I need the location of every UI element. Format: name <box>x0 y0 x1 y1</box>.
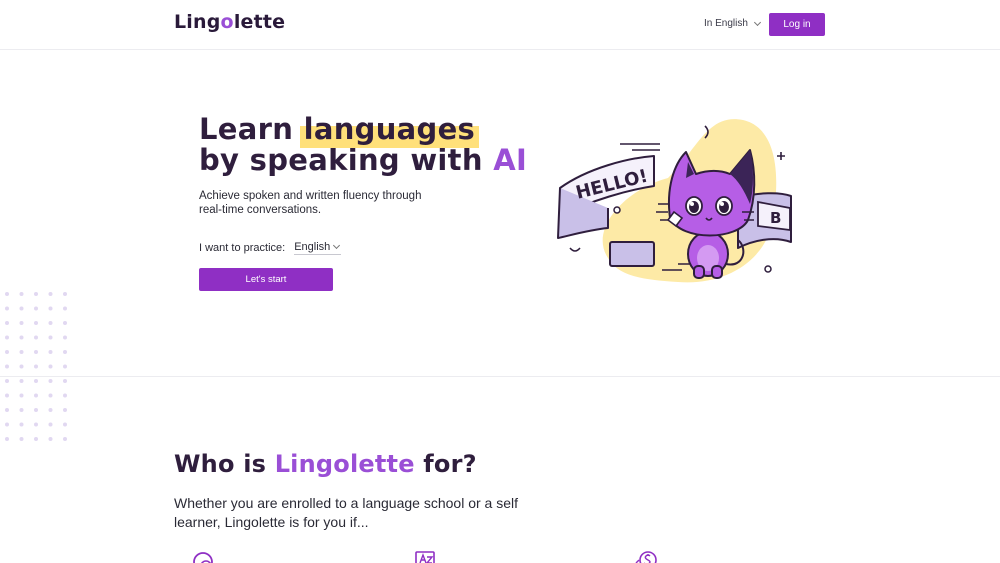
decorative-dot <box>5 408 9 412</box>
decorative-dot <box>48 306 53 311</box>
decorative-dot <box>34 408 38 412</box>
logo-text-end: lette <box>233 11 286 33</box>
decorative-dot <box>63 321 67 325</box>
decorative-dot <box>48 292 53 296</box>
decorative-dot <box>19 335 24 340</box>
decorative-dot <box>48 321 53 325</box>
clock-icon <box>193 552 213 563</box>
decorative-dot <box>19 350 24 354</box>
decorative-dot <box>19 422 24 427</box>
lets-start-button[interactable]: Let's start <box>199 268 333 291</box>
decorative-dot <box>19 437 24 441</box>
decorative-dot <box>34 364 38 369</box>
decorative-dot <box>34 350 38 354</box>
decorative-dot <box>19 292 24 296</box>
decorative-dot <box>48 393 53 398</box>
who-section-title: Who is Lingolette for? <box>174 450 477 478</box>
decorative-dot <box>34 292 38 296</box>
logo-text-start: Ling <box>174 11 221 33</box>
decorative-dot <box>63 393 67 398</box>
decorative-dot <box>5 350 9 354</box>
hero-title-line-1: Learn languages <box>199 112 527 148</box>
decorative-dot <box>34 393 38 398</box>
practice-selector-row: I want to practice: English <box>199 241 342 255</box>
decorative-dot <box>48 350 53 354</box>
decorative-dot <box>5 321 9 325</box>
decorative-dot <box>5 335 9 340</box>
hero-title-ai: AI <box>493 143 528 177</box>
decorative-dot <box>5 422 9 427</box>
logo[interactable]: Lingolette <box>174 11 285 33</box>
decorative-dot <box>5 364 9 369</box>
login-button[interactable]: Log in <box>769 13 825 36</box>
section-divider <box>0 376 1000 377</box>
decorative-dot <box>34 335 38 340</box>
decorative-dot <box>63 364 67 369</box>
decorative-dot <box>19 393 24 398</box>
decorative-dot <box>63 437 67 441</box>
decorative-dot <box>19 321 24 325</box>
language-selector-label: In English <box>704 18 748 29</box>
top-nav: Lingolette In English Log in <box>0 0 1000 50</box>
decorative-dot <box>5 379 9 383</box>
translate-icon <box>415 551 435 563</box>
decorative-dot <box>5 437 9 441</box>
hero-title: Learn languages by speaking with AI <box>199 114 527 176</box>
logo-text-accent: o <box>220 11 234 33</box>
decorative-dot <box>63 335 67 340</box>
decorative-dot <box>5 306 9 311</box>
hero-title-highlight: languages <box>299 112 479 148</box>
blank-card <box>609 241 655 267</box>
hero-subtitle: Achieve spoken and written fluency throu… <box>199 190 422 216</box>
decorative-dot <box>34 422 38 427</box>
decorative-dot <box>19 364 24 369</box>
decorative-dot <box>34 379 38 383</box>
decorative-dot <box>34 321 38 325</box>
practice-label: I want to practice: <box>199 242 286 254</box>
hero-title-learn: Learn <box>199 112 294 146</box>
decorative-dot <box>34 437 38 441</box>
decorative-dot <box>19 306 24 311</box>
decorative-dot <box>19 408 24 412</box>
decorative-dot <box>63 379 67 383</box>
decorative-dot <box>34 306 38 311</box>
decorative-dot <box>19 379 24 383</box>
decorative-dot <box>63 408 67 412</box>
decorative-dot <box>48 335 53 340</box>
chevron-down-icon <box>333 241 341 250</box>
decorative-dot <box>48 408 53 412</box>
decorative-dot <box>5 292 9 296</box>
practice-language-value: English <box>294 241 331 253</box>
chevron-down-icon <box>753 18 761 26</box>
who-title-end: for? <box>423 450 477 478</box>
who-section-text: Whether you are enrolled to a language s… <box>174 495 518 530</box>
hero-title-line-2: by speaking with AI <box>199 145 527 176</box>
who-title-start: Who is <box>174 450 267 478</box>
dot-pattern <box>5 292 67 441</box>
decorative-dot <box>48 364 53 369</box>
language-selector[interactable]: In English <box>704 18 761 29</box>
decorative-dot <box>63 422 67 427</box>
decorative-dot <box>63 292 67 296</box>
decorative-dot <box>63 350 67 354</box>
decorative-dot <box>48 437 53 441</box>
dollar-icon <box>635 551 657 563</box>
decorative-dot <box>48 379 53 383</box>
who-title-accent: Lingolette <box>274 450 415 478</box>
decorative-dot <box>63 306 67 311</box>
decorative-dot <box>5 393 9 398</box>
mascot-illustration: HELLO! B <box>557 119 792 283</box>
decorative-dot <box>48 422 53 427</box>
practice-language-select[interactable]: English <box>294 241 342 255</box>
letter-b-text: B <box>770 209 781 227</box>
hero-title-speaking: by speaking with <box>199 143 483 177</box>
